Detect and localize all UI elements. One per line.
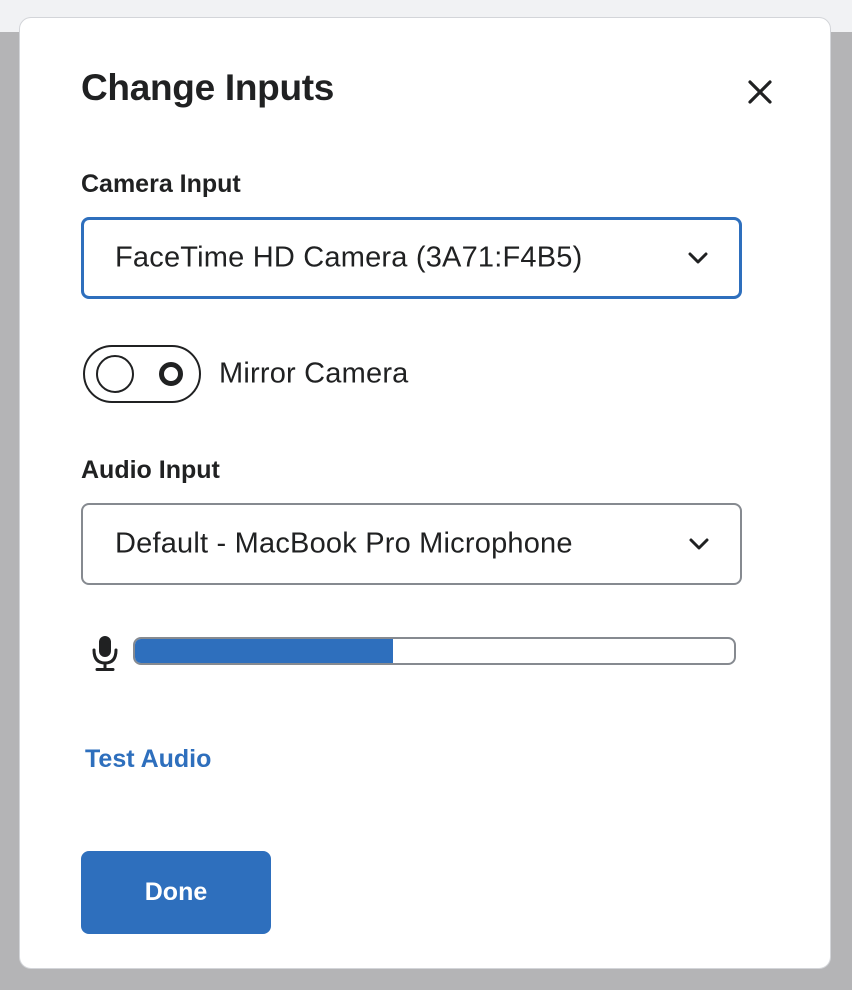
audio-level-meter xyxy=(133,637,736,665)
chevron-down-icon xyxy=(687,251,709,265)
audio-input-select[interactable]: Default - MacBook Pro Microphone xyxy=(81,503,742,585)
microphone-icon xyxy=(91,634,119,672)
toggle-off-icon xyxy=(159,362,183,386)
change-inputs-dialog: Change Inputs Camera Input FaceTime HD C… xyxy=(19,17,831,969)
toggle-knob xyxy=(96,355,134,393)
done-button[interactable]: Done xyxy=(81,851,271,934)
audio-input-value: Default - MacBook Pro Microphone xyxy=(115,527,573,560)
audio-input-label: Audio Input xyxy=(81,456,220,484)
test-audio-link[interactable]: Test Audio xyxy=(85,745,211,774)
close-icon xyxy=(748,80,772,104)
dialog-title: Change Inputs xyxy=(81,67,335,108)
mirror-camera-label: Mirror Camera xyxy=(219,357,409,390)
audio-level-fill xyxy=(135,639,393,663)
mirror-camera-toggle[interactable] xyxy=(83,345,201,403)
chevron-down-icon xyxy=(688,537,710,551)
close-button[interactable] xyxy=(738,70,782,114)
camera-input-select[interactable]: FaceTime HD Camera (3A71:F4B5) xyxy=(81,217,742,299)
camera-input-value: FaceTime HD Camera (3A71:F4B5) xyxy=(115,241,583,274)
camera-input-label: Camera Input xyxy=(81,170,241,198)
